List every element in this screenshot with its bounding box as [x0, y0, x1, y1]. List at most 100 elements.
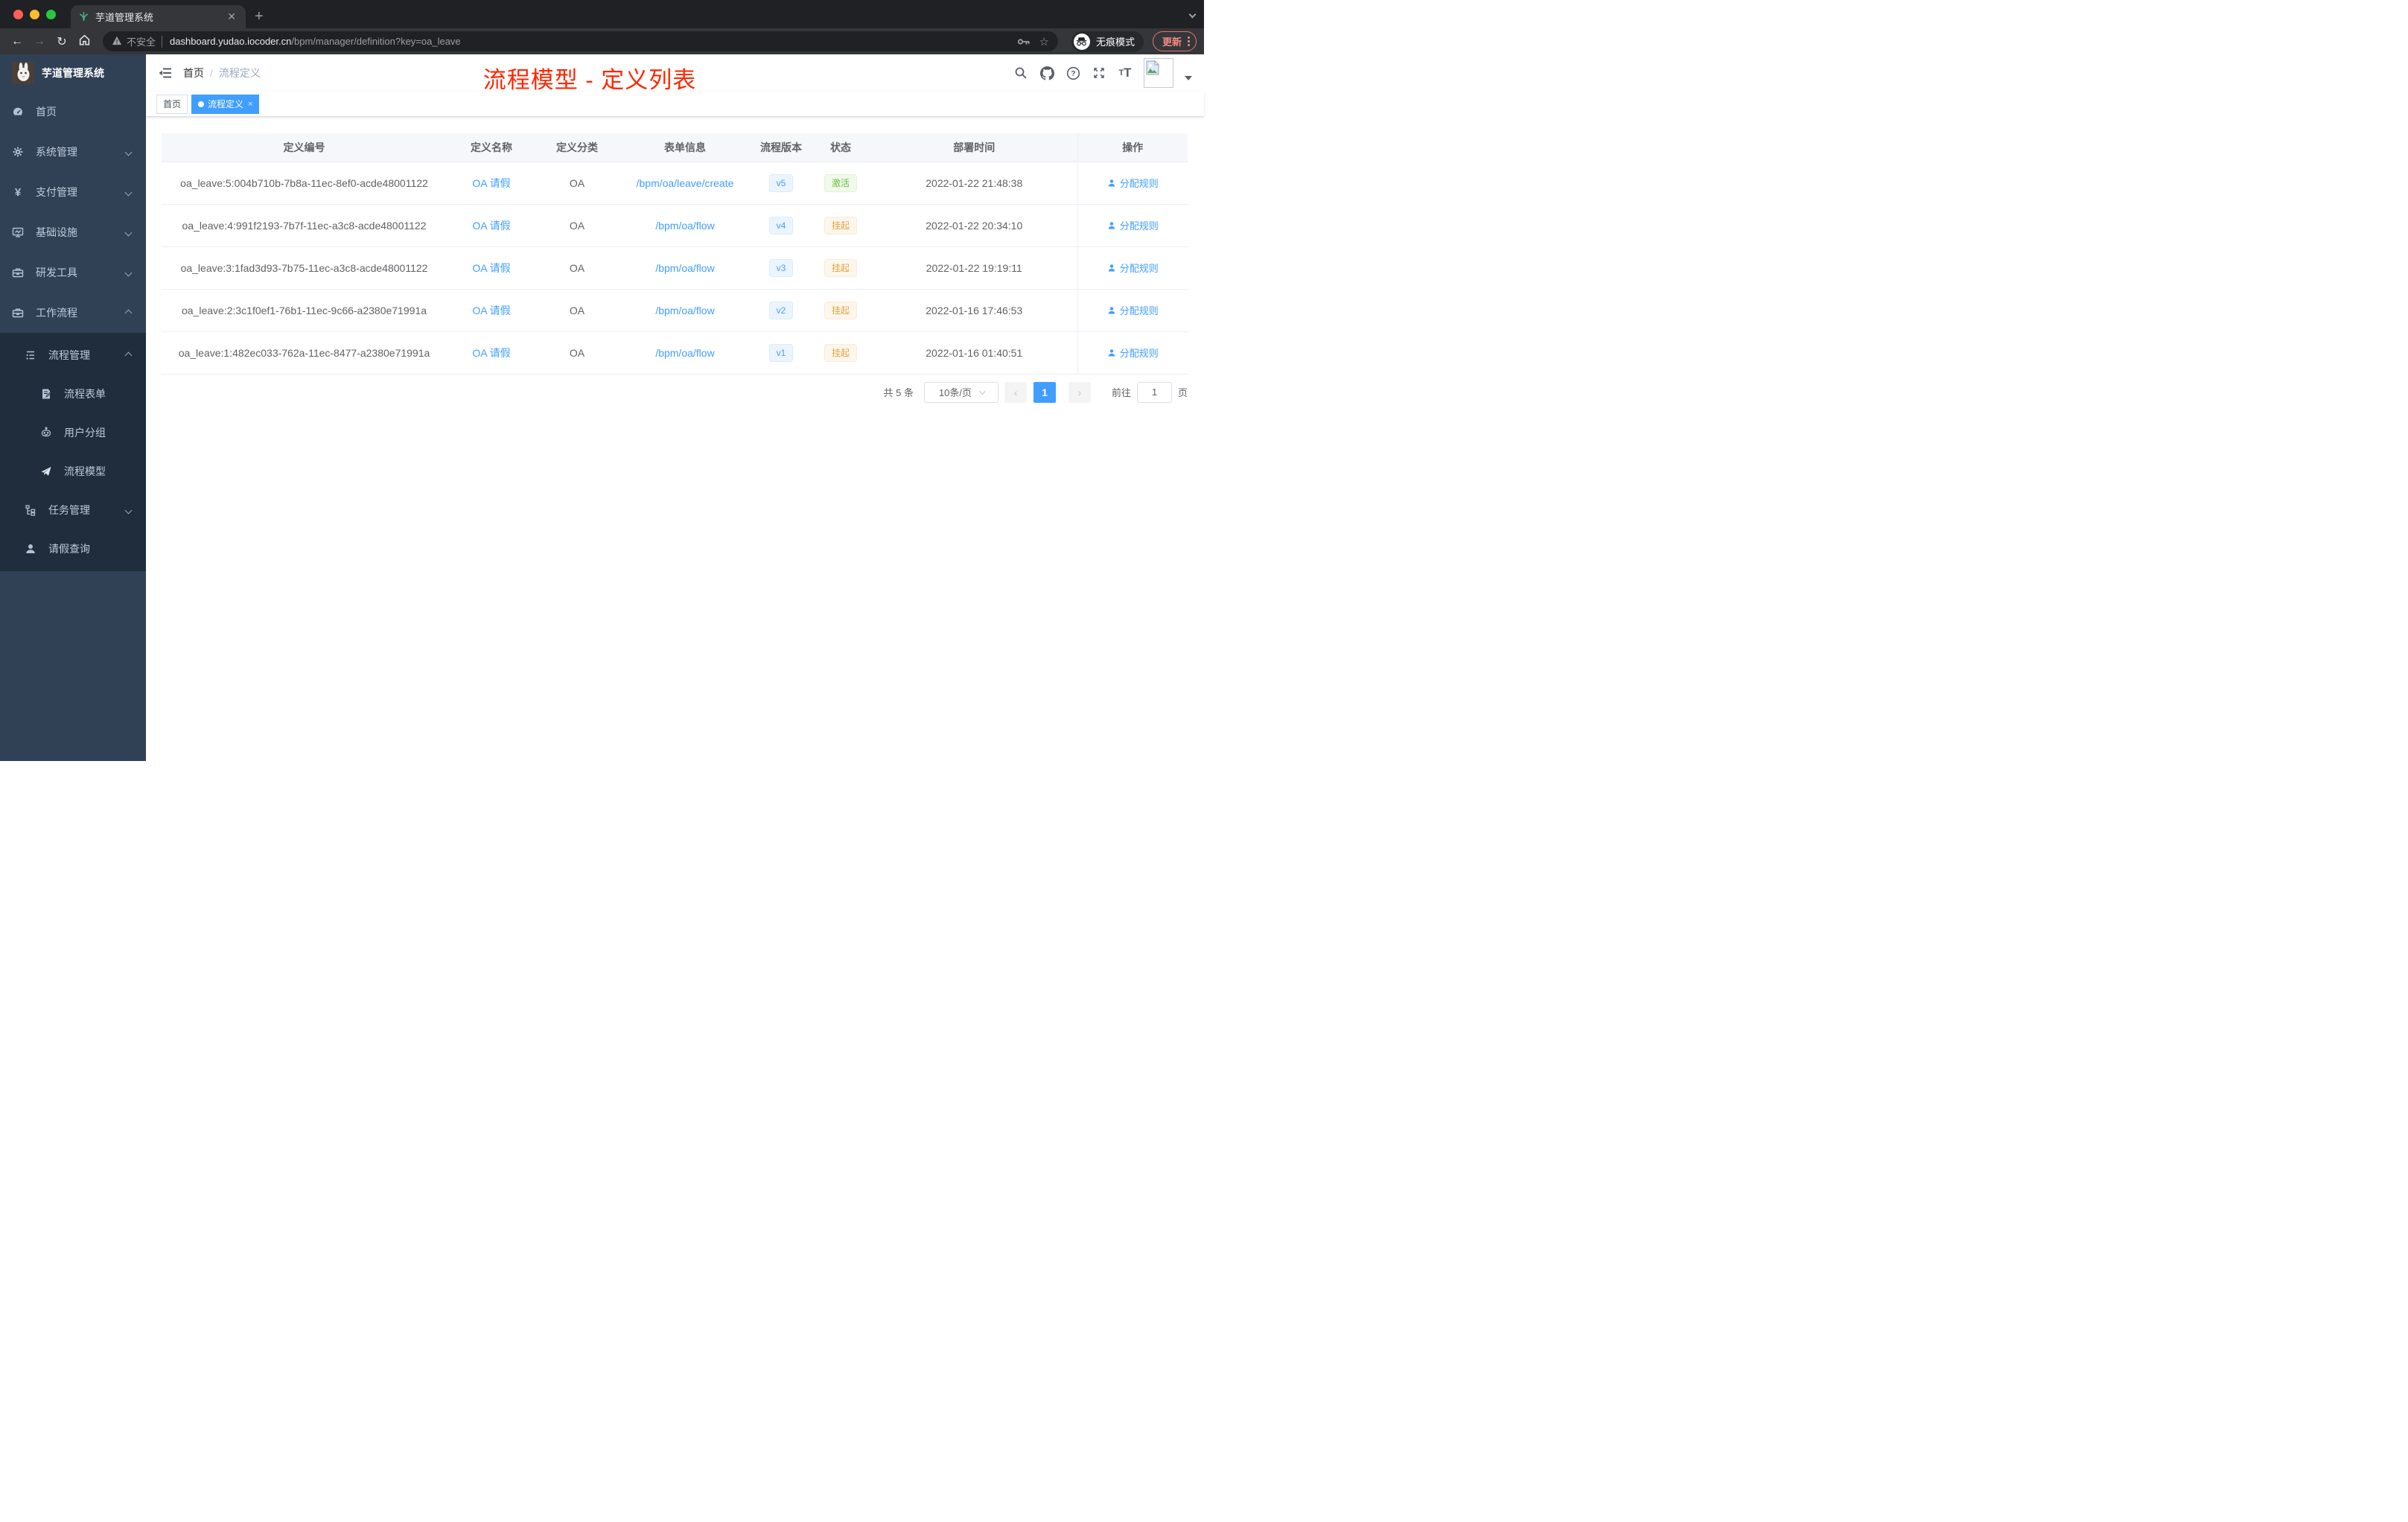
sidebar-item-label: 支付管理 [36, 186, 77, 198]
page-size-value: 10条/页 [938, 387, 972, 398]
forward-button[interactable]: → [30, 35, 49, 48]
prev-page-button[interactable]: ‹ [1004, 381, 1027, 403]
window-controls [0, 0, 66, 28]
not-secure-warning-icon [112, 36, 122, 48]
minimize-window-button[interactable] [30, 9, 39, 19]
definition-category: OA [569, 219, 585, 232]
red-annotation-text: 流程模型 - 定义列表 [482, 67, 697, 93]
deploy-time: 2022-01-22 19:19:11 [926, 261, 1022, 274]
table-header-row: 定义编号 定义名称 定义分类 表单信息 流程版本 状态 部署时间 操作 [162, 133, 1188, 162]
sidebar-item-process-management[interactable]: 流程管理 [0, 336, 146, 375]
status-badge: 挂起 [824, 343, 857, 362]
assign-rule-link[interactable]: 分配规则 [1107, 346, 1159, 360]
assign-rule-link[interactable]: 分配规则 [1107, 261, 1159, 275]
home-button[interactable] [74, 34, 94, 50]
version-tag: v3 [768, 258, 794, 277]
dashboard-icon [12, 106, 24, 118]
sidebar-item-process-model[interactable]: 流程模型 [0, 452, 146, 491]
person-icon [1108, 306, 1115, 313]
tag-process-definition[interactable]: 流程定义 × [191, 94, 260, 114]
font-size-icon[interactable]: TT [1118, 66, 1133, 80]
form-info-link[interactable]: /bpm/oa/flow [655, 220, 714, 232]
form-info-link[interactable]: /bpm/oa/flow [655, 347, 714, 359]
yen-icon: ¥ [14, 185, 22, 199]
fullscreen-icon[interactable] [1092, 66, 1106, 80]
page-size-select[interactable]: 10条/页 [923, 381, 998, 403]
definition-name-link[interactable]: OA 请假 [472, 305, 510, 316]
tag-close-icon[interactable]: × [248, 100, 252, 109]
sidebar-item-infrastructure[interactable]: 基础设施 [0, 212, 146, 252]
sidebar-item-home[interactable]: 首页 [0, 92, 146, 132]
version-tag: v4 [768, 216, 794, 235]
toolbox-icon [12, 267, 24, 278]
github-icon[interactable] [1039, 66, 1054, 80]
breadcrumb-home[interactable]: 首页 [183, 66, 204, 80]
sidebar-item-system[interactable]: 系统管理 [0, 132, 146, 172]
sidebar-item-label: 流程表单 [64, 388, 106, 400]
definition-name-link[interactable]: OA 请假 [472, 262, 510, 274]
new-tab-button[interactable]: + [246, 5, 273, 28]
browser-tab[interactable]: 芋道管理系统 ✕ [71, 5, 246, 28]
sidebar-item-label: 请假查询 [48, 543, 90, 555]
chevron-down-icon [124, 148, 133, 156]
definition-category: OA [569, 261, 585, 274]
search-icon[interactable] [1013, 66, 1028, 80]
tab-close-icon[interactable]: ✕ [225, 10, 238, 23]
app-title: 芋道管理系统 [42, 67, 104, 79]
col-header-definition-id: 定义编号 [162, 133, 447, 162]
bookmark-star-icon[interactable]: ☆ [1039, 35, 1049, 48]
sidebar-item-workflow[interactable]: 工作流程 [0, 293, 146, 333]
kebab-menu-icon[interactable] [1188, 36, 1190, 46]
definition-name-link[interactable]: OA 请假 [472, 177, 510, 189]
assign-rule-link[interactable]: 分配规则 [1107, 176, 1159, 190]
tab-title: 芋道管理系统 [95, 12, 154, 23]
help-icon[interactable]: ? [1066, 66, 1080, 80]
back-button[interactable]: ← [7, 35, 27, 48]
definition-name-link[interactable]: OA 请假 [472, 220, 510, 232]
sidebar-item-payment[interactable]: ¥ 支付管理 [0, 172, 146, 212]
sidebar-item-process-form[interactable]: 流程表单 [0, 375, 146, 413]
next-page-button[interactable]: › [1068, 381, 1091, 403]
close-window-button[interactable] [13, 9, 23, 19]
tag-label: 流程定义 [208, 99, 244, 109]
assign-rule-label: 分配规则 [1119, 263, 1159, 274]
tag-home[interactable]: 首页 [156, 94, 188, 114]
col-header-definition-category: 定义分类 [536, 133, 618, 162]
assign-rule-link[interactable]: 分配规则 [1107, 303, 1159, 317]
favicon-plant-icon [78, 10, 89, 24]
form-info-link[interactable]: /bpm/oa/leave/create [637, 177, 734, 189]
sidebar-item-task-management[interactable]: 任务管理 [0, 491, 146, 529]
maximize-window-button[interactable] [46, 9, 56, 19]
avatar[interactable] [1144, 58, 1173, 88]
form-info-link[interactable]: /bpm/oa/flow [655, 262, 714, 274]
assign-rule-label: 分配规则 [1119, 348, 1159, 359]
sidebar-item-leave-query[interactable]: 请假查询 [0, 529, 146, 568]
person-icon [1108, 264, 1115, 271]
sidebar-item-label: 任务管理 [48, 504, 90, 516]
avatar-caret-icon[interactable] [1185, 76, 1192, 80]
address-bar[interactable]: 不安全 dashboard.yudao.iocoder.cn/bpm/manag… [103, 31, 1058, 51]
sidebar-item-devtools[interactable]: 研发工具 [0, 252, 146, 293]
url-path: /bpm/manager/definition?key=oa_leave [291, 36, 461, 47]
status-badge: 激活 [824, 173, 857, 192]
goto-page-input[interactable] [1136, 381, 1172, 403]
sidebar-item-user-group[interactable]: 用户分组 [0, 413, 146, 452]
col-header-form-info: 表单信息 [618, 133, 752, 162]
definition-name-link[interactable]: OA 请假 [472, 347, 510, 359]
definition-id: oa_leave:1:482ec033-762a-11ec-8477-a2380… [178, 346, 430, 359]
reload-button[interactable]: ↻ [52, 34, 71, 49]
breadcrumb: 首页 / 流程定义 [183, 66, 261, 80]
tab-search-chevron-icon[interactable] [1188, 7, 1197, 21]
status-badge: 挂起 [824, 258, 857, 277]
assign-rule-link[interactable]: 分配规则 [1107, 218, 1159, 232]
browser-menu-update-button[interactable]: 更新 [1152, 31, 1197, 51]
not-secure-label[interactable]: 不安全 [127, 34, 156, 48]
form-info-link[interactable]: /bpm/oa/flow [655, 305, 714, 316]
status-badge: 挂起 [824, 216, 857, 235]
incognito-badge: 无痕模式 [1071, 31, 1144, 52]
current-page-button[interactable]: 1 [1033, 381, 1056, 403]
sidebar-toggle-icon[interactable] [158, 66, 173, 80]
password-key-icon[interactable] [1017, 36, 1031, 47]
version-tag: v2 [768, 301, 794, 319]
page-unit-label: 页 [1177, 387, 1188, 398]
